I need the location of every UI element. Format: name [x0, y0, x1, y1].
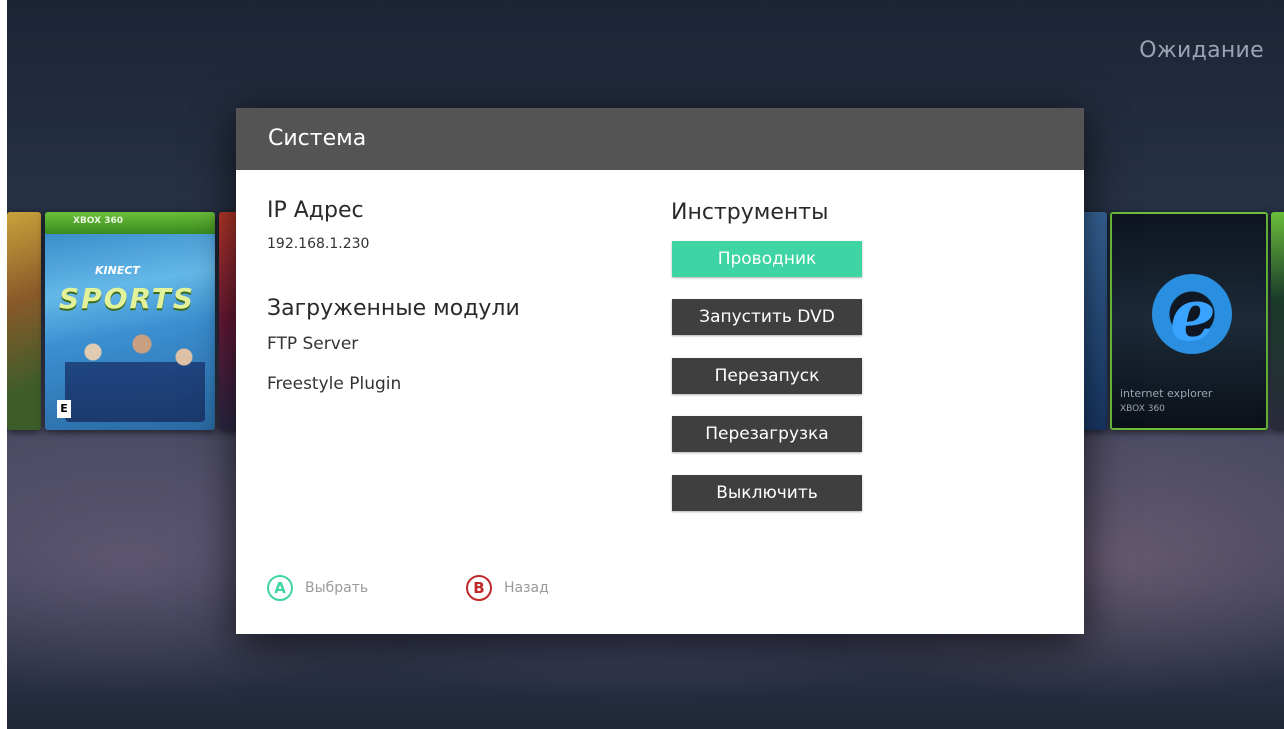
esrb-rating-badge: E — [57, 400, 71, 418]
back-hint-label: Назад — [504, 580, 549, 596]
cover-artwork — [65, 322, 205, 422]
ip-address-value: 192.168.1.230 — [267, 236, 370, 252]
game-cover-kinect-sports[interactable]: XBOX 360 KINECT SPORTS E — [45, 212, 215, 430]
ip-address-heading: IP Адрес — [267, 198, 364, 223]
platform-label: XBOX 360 — [1120, 404, 1165, 414]
dialog-title: Система — [268, 126, 367, 151]
launch-dvd-button[interactable]: Запустить DVD — [672, 299, 862, 335]
cover-caption: internet explorer — [1120, 387, 1213, 400]
dialog-header: Система — [236, 108, 1084, 170]
app-cover-internet-explorer[interactable]: e internet explorer XBOX 360 — [1110, 212, 1268, 430]
platform-label: XBOX 360 — [73, 216, 123, 226]
b-button-icon: B — [466, 575, 492, 601]
module-item: Freestyle Plugin — [267, 374, 402, 394]
reboot-button[interactable]: Перезагрузка — [672, 416, 862, 452]
ie-logo-icon: e — [1170, 272, 1216, 357]
module-item: FTP Server — [267, 334, 359, 354]
a-button-icon: A — [267, 575, 293, 601]
explorer-button[interactable]: Проводник — [672, 241, 862, 277]
game-cover-partial-right[interactable] — [1271, 212, 1284, 430]
cover-subtitle-art: KINECT — [95, 264, 140, 277]
xbox-platform-band: XBOX 360 — [45, 212, 215, 234]
status-text: Ожидание — [1139, 38, 1264, 63]
system-dialog: Система IP Адрес 192.168.1.230 Загруженн… — [236, 108, 1084, 634]
game-cover-partial-left[interactable] — [7, 212, 41, 430]
loaded-modules-heading: Загруженные модули — [267, 296, 520, 321]
shutdown-button[interactable]: Выключить — [672, 475, 862, 511]
cover-title-art: SPORTS — [59, 282, 196, 315]
tools-heading: Инструменты — [671, 200, 829, 225]
restart-button[interactable]: Перезапуск — [672, 358, 862, 394]
dashboard-screen: Ожидание XBOX 360 KINECT SPORTS E e inte… — [7, 0, 1284, 729]
select-hint-label: Выбрать — [305, 580, 369, 596]
